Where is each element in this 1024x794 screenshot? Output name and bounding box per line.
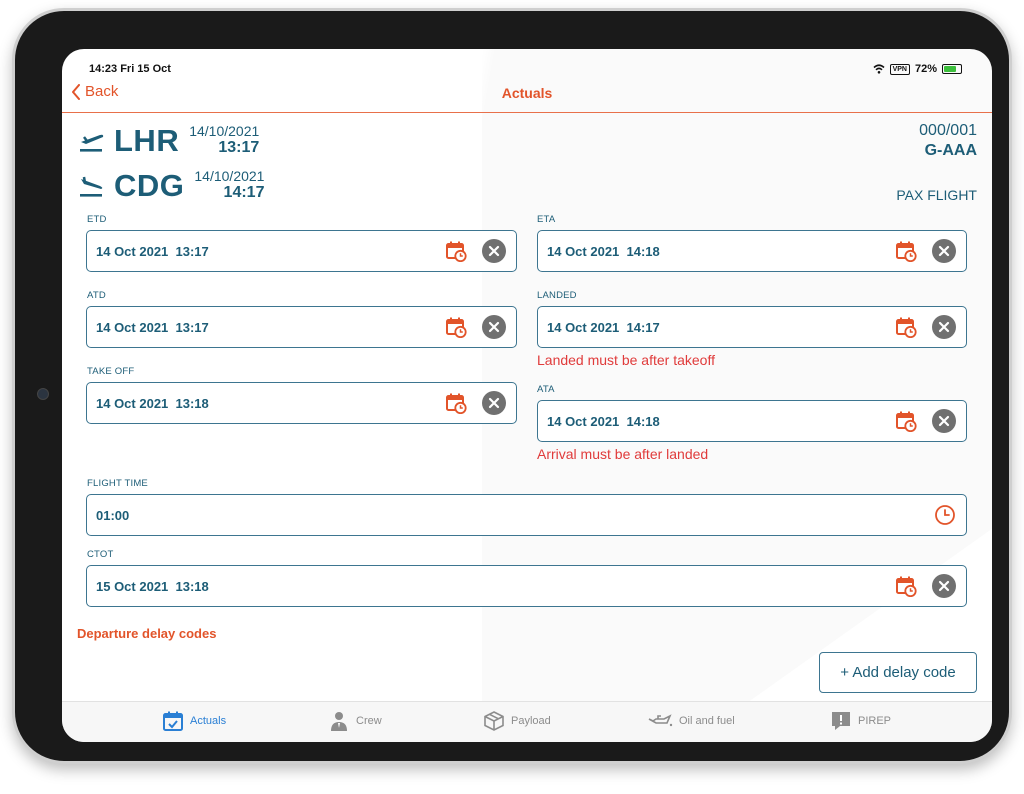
ctot-label: CTOT [87,549,114,560]
tab-bar: Actuals Crew Payload Oil and fuel PIREP [62,701,992,742]
tab-payload[interactable]: Payload [483,710,551,732]
ata-error: Arrival must be after landed [537,446,709,462]
eta-label: ETA [537,214,556,225]
atd-value: 14 Oct 2021 13:17 [96,319,209,335]
vpn-badge: VPN [889,63,910,75]
landing-icon [80,176,103,197]
tab-pirep-label: PIREP [858,715,892,727]
calendar-clock-icon[interactable] [895,575,917,597]
arrival-date: 14/10/2021 [194,168,265,184]
add-delay-code-button[interactable]: + Add delay code [819,652,977,693]
calendar-clock-icon[interactable] [445,392,467,414]
takeoff-icon [80,134,104,152]
departure-time: 13:17 [218,139,260,156]
calendar-check-icon [163,711,183,731]
flight-time-label: FLIGHT TIME [87,478,148,489]
arrival-row: CDG 14/10/2021 14:17 [78,168,264,204]
departure-datetime: 14/10/2021 13:17 [189,123,259,157]
tab-actuals[interactable]: Actuals [162,710,226,732]
calendar-clock-icon[interactable] [895,316,917,338]
ata-value: 14 Oct 2021 14:18 [547,413,660,429]
etd-field[interactable]: 14 Oct 2021 13:17 [86,230,517,272]
ctot-value: 15 Oct 2021 13:18 [96,578,209,594]
flight-time-field[interactable]: 01:00 [86,494,967,536]
tab-actuals-label: Actuals [190,715,227,727]
etd-value: 14 Oct 2021 13:17 [96,243,209,259]
aircraft-registration: G-AAA [924,142,977,159]
ctot-field[interactable]: 15 Oct 2021 13:18 [86,565,967,607]
etd-label: ETD [87,214,107,225]
calendar-clock-icon[interactable] [445,240,467,262]
take-off-value: 14 Oct 2021 13:18 [96,395,209,411]
calendar-clock-icon[interactable] [895,240,917,262]
tab-crew-label: Crew [356,715,382,727]
camera-icon [37,388,49,400]
box-icon [484,711,504,731]
navigation-bar: Back Actuals [62,79,992,113]
landed-value: 14 Oct 2021 14:17 [547,319,660,335]
arrival-airport-code: CDG [114,168,185,203]
departure-airport-code: LHR [114,123,180,158]
eta-field[interactable]: 14 Oct 2021 14:18 [537,230,967,272]
tab-payload-label: Payload [511,715,551,727]
eta-value: 14 Oct 2021 14:18 [547,243,660,259]
take-off-label: TAKE OFF [87,366,135,377]
clear-icon[interactable] [932,315,956,339]
status-indicators: VPN 72% [873,63,962,75]
ata-label: ATA [537,384,555,395]
flight-type: PAX FLIGHT [896,187,977,203]
battery-percent: 72% [914,63,937,75]
ata-field[interactable]: 14 Oct 2021 14:18 [537,400,967,442]
report-icon [832,712,850,730]
tablet-frame: 14:23 Fri 15 Oct VPN 72% Back Actuals LH… [12,8,1012,764]
tab-crew[interactable]: Crew [328,710,382,732]
tab-pirep[interactable]: PIREP [830,710,891,732]
arrival-datetime: 14/10/2021 14:17 [194,168,264,202]
clock-icon[interactable] [934,504,956,526]
oil-can-icon [648,714,673,727]
clear-icon[interactable] [932,574,956,598]
page-title: Actuals [501,85,553,101]
departure-date: 14/10/2021 [189,123,260,139]
landed-label: LANDED [537,290,577,301]
landed-field[interactable]: 14 Oct 2021 14:17 [537,306,967,348]
screen-glare [482,49,992,742]
flight-number: 000/001 [919,122,977,139]
screen: 14:23 Fri 15 Oct VPN 72% Back Actuals LH… [62,49,992,742]
wifi-icon [873,64,885,74]
status-bar: 14:23 Fri 15 Oct VPN 72% [62,49,992,79]
status-time: 14:23 Fri 15 Oct [89,63,171,75]
clear-icon[interactable] [932,409,956,433]
take-off-field[interactable]: 14 Oct 2021 13:18 [86,382,517,424]
tab-oil-and-fuel-label: Oil and fuel [679,715,735,727]
crew-icon [331,712,347,731]
atd-label: ATD [87,290,106,301]
flight-time-value: 01:00 [96,507,130,523]
clear-icon[interactable] [482,391,506,415]
clear-icon[interactable] [482,239,506,263]
clear-icon[interactable] [932,239,956,263]
departure-row: LHR 14/10/2021 13:17 [78,123,259,159]
departure-delay-codes-title: Departure delay codes [77,626,217,641]
battery-icon [942,64,962,74]
arrival-time: 14:17 [223,184,265,201]
landed-error: Landed must be after takeoff [537,352,715,368]
tab-oil-and-fuel[interactable]: Oil and fuel [647,710,735,732]
clear-icon[interactable] [482,315,506,339]
calendar-clock-icon[interactable] [895,410,917,432]
calendar-clock-icon[interactable] [445,316,467,338]
atd-field[interactable]: 14 Oct 2021 13:17 [86,306,517,348]
